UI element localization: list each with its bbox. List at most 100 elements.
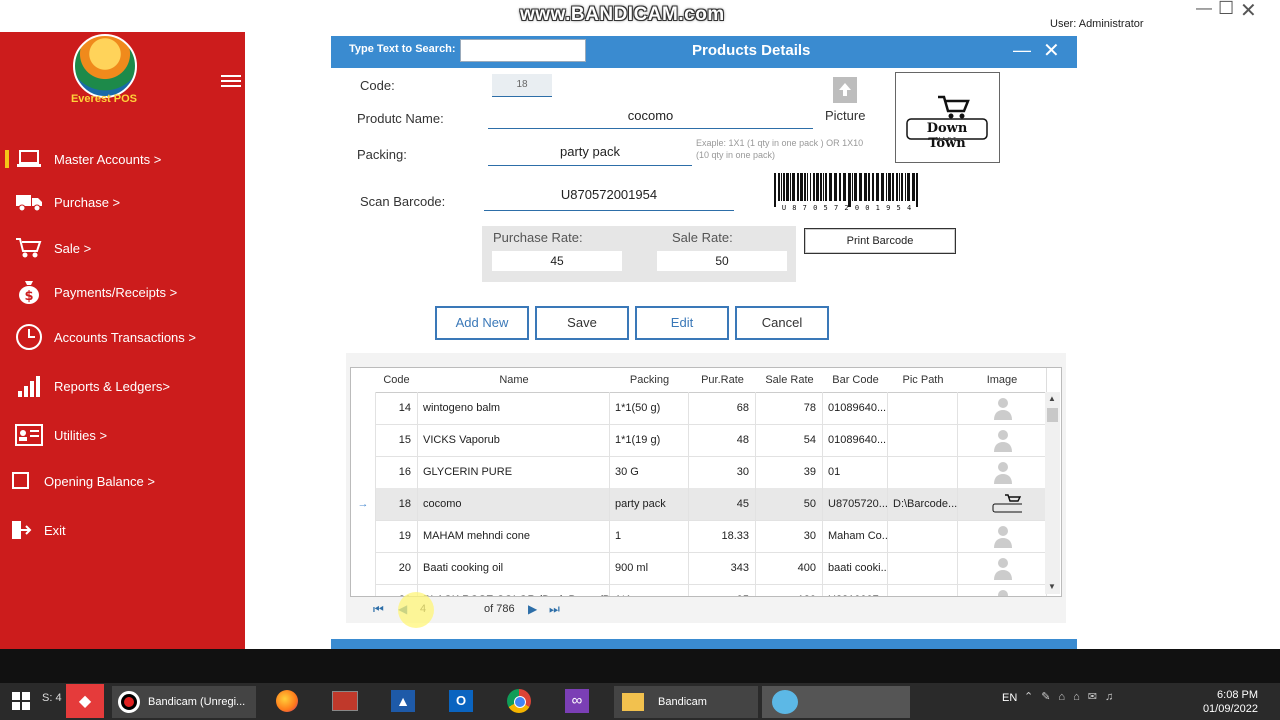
cancel-button[interactable]: Cancel <box>735 306 829 340</box>
grid-column-header[interactable]: Pur.Rate <box>689 368 757 393</box>
last-page-icon[interactable]: ⏭ <box>549 602 560 617</box>
square-icon <box>6 470 36 492</box>
row-selector[interactable]: → <box>351 488 376 520</box>
sidebar-item-label: Opening Balance > <box>44 473 155 489</box>
sidebar-item-opening-balance[interactable]: Opening Balance > <box>0 464 245 498</box>
barcode-bar <box>905 173 906 201</box>
barcode-field[interactable]: U870572001954 <box>484 186 734 211</box>
sidebar-item-accounts-transactions[interactable]: Accounts Transactions > <box>0 320 245 354</box>
barcode-bar <box>816 173 819 201</box>
logo-line2: MART <box>935 137 959 143</box>
save-button[interactable]: Save <box>535 306 629 340</box>
table-row[interactable]: 14 wintogeno balm 1*1(50 g) 68 78 01089640... <box>351 392 1047 425</box>
sidebar-item-exit[interactable]: Exit <box>0 513 245 547</box>
row-selector[interactable] <box>351 584 376 596</box>
hamburger-menu-icon[interactable] <box>221 72 241 90</box>
taskbar-clock[interactable]: 6:08 PM 01/09/2022 <box>1200 688 1258 716</box>
next-page-icon[interactable]: ▶ <box>528 602 537 616</box>
grid-cell-pic <box>888 520 958 552</box>
barcode-bar <box>783 173 785 201</box>
window-close-button[interactable]: ✕ <box>1240 0 1257 23</box>
first-page-icon[interactable]: ⏮ <box>373 602 384 617</box>
remote-app-icon[interactable]: ◆ <box>66 684 104 718</box>
code-field[interactable]: 18 <box>492 74 552 97</box>
product-name-field[interactable]: cocomo <box>488 106 813 129</box>
grid-column-header[interactable]: Sale Rate <box>756 368 824 393</box>
product-name-label: Produtc Name: <box>357 111 444 126</box>
grid-column-header[interactable]: Name <box>418 368 611 393</box>
sidebar-item-sale[interactable]: Sale > <box>0 231 245 265</box>
grid-cell-pic: D:\Barcode... <box>888 488 958 520</box>
sidebar-item-payments-receipts[interactable]: $ Payments/Receipts > <box>0 275 245 309</box>
packing-field[interactable]: party pack <box>488 143 692 166</box>
window-maximize-button[interactable]: ☐ <box>1218 0 1234 19</box>
grid-cell-image <box>958 424 1047 456</box>
row-selector[interactable] <box>351 424 376 456</box>
azure-icon[interactable]: ▲ <box>384 684 422 718</box>
taskbar-bandicam-folder[interactable]: Bandicam <box>614 686 758 718</box>
purchase-rate-field[interactable]: 45 <box>492 251 622 271</box>
table-row[interactable]: 21BLACK ROSE COLOR (Dark Brown/Black)1*1… <box>351 584 1047 596</box>
sale-rate-field[interactable]: 50 <box>657 251 787 271</box>
table-row[interactable]: 16 GLYCERIN PURE 30 G 30 39 01 <box>351 456 1047 489</box>
barcode-bar <box>792 173 795 201</box>
toolbox-icon[interactable] <box>326 684 364 718</box>
print-barcode-button[interactable]: Print Barcode <box>804 228 956 254</box>
visual-studio-icon[interactable]: ∞ <box>558 684 596 718</box>
add-new-button[interactable]: Add New <box>435 306 529 340</box>
barcode-bar <box>823 173 824 201</box>
row-selector[interactable] <box>351 520 376 552</box>
table-row[interactable]: 15 VICKS Vaporub 1*1(19 g) 48 54 01089640... <box>351 424 1047 457</box>
panel-close-button[interactable]: ✕ <box>1043 38 1060 63</box>
products-grid[interactable]: Code Name Packing Pur.Rate Sale Rate Bar Code… <box>350 367 1062 597</box>
chrome-icon[interactable] <box>500 684 538 718</box>
grid-column-header[interactable]: Bar Code <box>823 368 889 393</box>
scroll-up-icon[interactable]: ▲ <box>1048 394 1056 403</box>
system-tray-icons[interactable]: ⌃✎⌂⌂✉♫ <box>1024 690 1121 703</box>
firefox-icon[interactable] <box>268 684 306 718</box>
sidebar-item-reports-ledgers[interactable]: Reports & Ledgers> <box>0 369 245 403</box>
logo-line1: Down Town <box>926 121 968 151</box>
taskbar-everest-pos-app[interactable] <box>762 686 910 718</box>
sidebar-item-label: Payments/Receipts > <box>54 284 178 300</box>
sale-rate-label: Sale Rate: <box>672 230 733 245</box>
grid-column-header[interactable]: Image <box>958 368 1047 393</box>
row-selector[interactable] <box>351 392 376 424</box>
row-selector[interactable] <box>351 552 376 584</box>
grid-column-header[interactable]: Pic Path <box>888 368 959 393</box>
search-input[interactable] <box>460 39 586 62</box>
barcode-bar <box>852 173 853 201</box>
taskbar-bandicam-app[interactable]: Bandicam (Unregi... <box>112 686 256 718</box>
table-row[interactable]: 20 Baati cooking oil 900 ml 343 400 baati coo… <box>351 552 1047 585</box>
scroll-down-icon[interactable]: ▼ <box>1048 582 1056 591</box>
table-row[interactable]: 19 MAHAM mehndi cone 1 18.33 30 Maham Co... <box>351 520 1047 553</box>
grid-cell-packing: 30 G <box>610 456 689 488</box>
grid-column-header[interactable]: Code <box>375 368 419 393</box>
edit-button[interactable]: Edit <box>635 306 729 340</box>
grid-cell-image <box>958 456 1047 488</box>
window-minimize-button[interactable]: — <box>1196 0 1212 18</box>
grid-cell-code: 16 <box>375 456 418 488</box>
grid-cell-code: 19 <box>375 520 418 552</box>
grid-cell-packing: 1*1 <box>610 584 689 596</box>
taskbar-date: 01/09/2022 <box>1202 703 1258 715</box>
sidebar-item-master-accounts[interactable]: Master Accounts > <box>0 142 245 176</box>
panel-minimize-button[interactable]: — <box>1013 40 1031 61</box>
grid-column-header[interactable]: Packing <box>610 368 690 393</box>
upload-picture-icon[interactable] <box>833 77 857 103</box>
language-indicator[interactable]: EN <box>1002 692 1017 704</box>
grid-vertical-scrollbar[interactable]: ▲ ▼ <box>1045 392 1060 594</box>
barcode-bar <box>876 173 879 201</box>
sidebar-item-purchase[interactable]: Purchase > <box>0 185 245 219</box>
barcode-bar <box>800 173 803 201</box>
laptop-icon <box>14 148 44 170</box>
outlook-icon[interactable]: O <box>442 684 480 718</box>
row-selector[interactable] <box>351 456 376 488</box>
table-row[interactable]: → 18 cocomo party pack 45 50 U8705720... D:\Bar… <box>351 488 1047 521</box>
barcode-bar <box>804 173 806 201</box>
windows-start-icon[interactable] <box>2 684 40 718</box>
barcode-bar <box>781 173 782 201</box>
person-placeholder-icon <box>994 398 1012 420</box>
sidebar-item-utilities[interactable]: Utilities > <box>0 418 245 452</box>
scroll-thumb[interactable] <box>1047 408 1058 422</box>
